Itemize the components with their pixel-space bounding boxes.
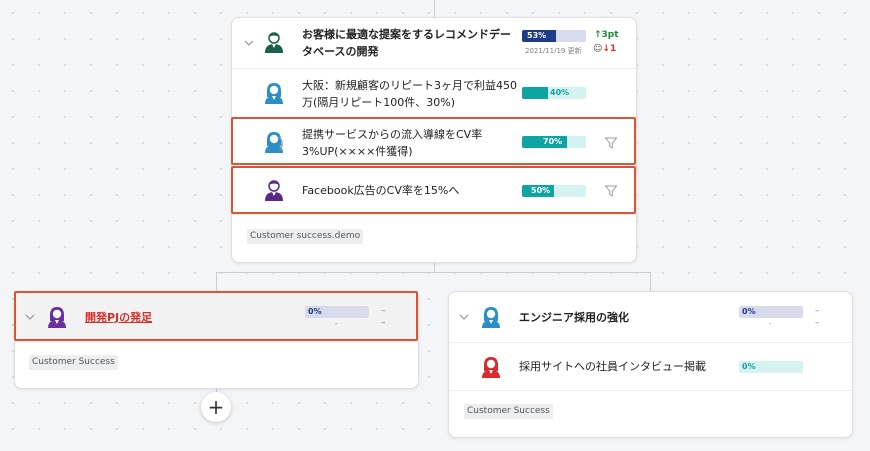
objective-main-row[interactable]: お客様に最適な提案をするレコメンドデータベースの開発 53% 2021/11/1…	[232, 18, 636, 68]
plus-icon: +	[207, 395, 225, 419]
key-result-title[interactable]: 大阪：新規顧客のリピート3ヶ月で利益450万(隔月リピート100件、30%)	[302, 77, 517, 111]
female-blue-avatar	[265, 83, 283, 104]
connector-left-drop	[216, 272, 217, 292]
objective-title[interactable]: お客様に最適な提案をするレコメンドデータベースの開発	[302, 26, 512, 60]
arrow-up-icon: ↑	[594, 30, 602, 40]
objective-card-right: エンジニア採用の強化 0% - – – 採用サイトへの社員インタビュー掲載 0%…	[448, 291, 853, 438]
male-green-avatar	[265, 32, 283, 53]
progress-label: 40%	[550, 88, 570, 97]
team-tag: Customer Success	[464, 404, 553, 419]
progress-fill	[522, 87, 548, 99]
delta-empty: –	[815, 306, 820, 316]
objective-progress-bar: 53%	[522, 30, 586, 42]
connector-horizontal	[216, 272, 651, 273]
arrow-down-icon: ↓	[602, 44, 610, 54]
chevron-down-icon[interactable]	[242, 36, 256, 50]
progress-label: 53%	[527, 31, 547, 40]
divider	[15, 342, 418, 343]
updated-date: 2021/11/19 更新	[525, 47, 582, 55]
connector-right-drop	[650, 272, 651, 292]
delta-up-value: 3pt	[601, 30, 619, 40]
delta-empty: –	[815, 318, 820, 328]
delta-down-value: 1	[609, 44, 617, 54]
objective-title[interactable]: エンジニア採用の強化	[519, 309, 629, 326]
objective-progress-bar: 0%	[739, 306, 803, 318]
divider	[232, 214, 636, 215]
key-result-row[interactable]: 採用サイトへの社員インタビュー掲載 0%	[449, 343, 852, 390]
progress-label: 0%	[742, 362, 756, 371]
team-tag: Customer Success	[29, 355, 118, 370]
delta-down: ☺↓1	[593, 43, 616, 55]
key-result-progress-bar: 40%	[522, 87, 586, 99]
key-result-row[interactable]: 大阪：新規顧客のリピート3ヶ月で利益450万(隔月リピート100件、30%) 4…	[232, 69, 636, 118]
female-red-avatar	[482, 357, 500, 378]
chevron-down-icon[interactable]	[457, 310, 471, 324]
divider	[449, 390, 852, 391]
highlight-box	[231, 117, 636, 165]
delta-up: ↑3pt	[594, 29, 619, 41]
key-result-title[interactable]: 採用サイトへの社員インタビュー掲載	[519, 358, 706, 375]
female-blue-avatar	[482, 307, 500, 328]
empty-date: -	[769, 320, 772, 328]
progress-label: 0%	[742, 307, 756, 316]
highlight-box	[231, 166, 636, 214]
team-tag: Customer success.demo	[247, 229, 364, 244]
key-result-progress-bar: 0%	[739, 361, 803, 373]
add-button[interactable]: +	[201, 392, 231, 422]
highlight-box	[14, 291, 418, 341]
objective-main-row[interactable]: エンジニア採用の強化 0% - – –	[449, 292, 852, 342]
smiley-icon: ☺	[593, 44, 603, 54]
connector-vertical-top	[434, 0, 435, 18]
